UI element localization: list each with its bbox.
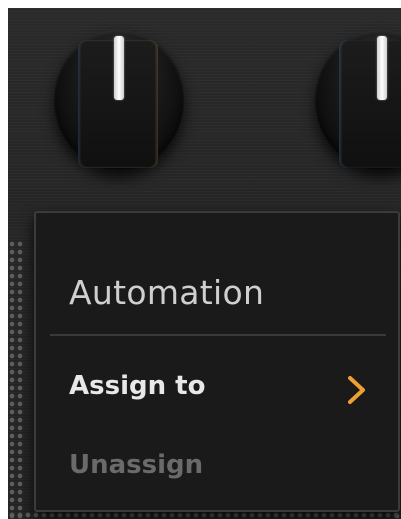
chevron-right-icon[interactable] [343, 375, 371, 405]
module-border-left [8, 240, 24, 519]
module-border-bottom [8, 511, 401, 519]
assign-to-menu-item[interactable]: Assign to [69, 371, 205, 401]
knob-grip [339, 40, 401, 168]
context-menu: Automation Assign to Unassign [34, 211, 400, 512]
knob-indicator [114, 36, 124, 100]
menu-divider [50, 334, 386, 336]
plugin-window: Automation Assign to Unassign [0, 0, 401, 519]
rotary-knob-left[interactable] [54, 30, 184, 170]
knob-indicator [377, 36, 387, 100]
plugin-panel: Automation Assign to Unassign [8, 8, 401, 519]
context-menu-title: Automation [69, 273, 265, 312]
unassign-menu-item: Unassign [69, 450, 204, 480]
rotary-knob-right[interactable] [315, 30, 401, 170]
